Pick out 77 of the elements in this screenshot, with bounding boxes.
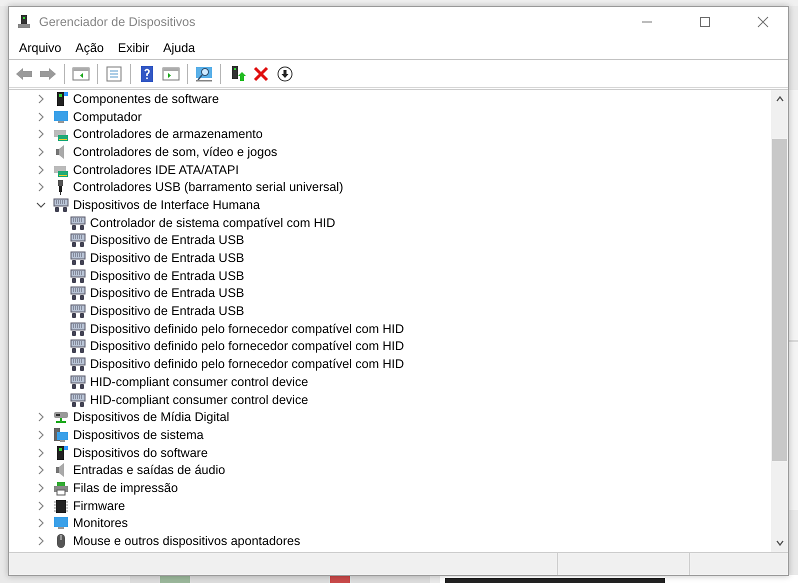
maximize-icon[interactable] bbox=[699, 16, 711, 28]
tree-item[interactable]: Dispositivos de Interface Humana bbox=[73, 196, 260, 213]
expand-chevron-icon[interactable] bbox=[36, 500, 46, 511]
tree-item[interactable]: Entradas e saídas de áudio bbox=[73, 462, 226, 478]
tree-item[interactable]: Controladores USB (barramento serial universal) bbox=[73, 179, 344, 196]
chip-icon bbox=[53, 498, 69, 514]
tree-item[interactable]: Computador bbox=[73, 108, 142, 125]
scroll-down-icon[interactable] bbox=[774, 538, 784, 548]
window-title: Gerenciador de Dispositivos bbox=[39, 14, 196, 28]
help-icon[interactable] bbox=[138, 66, 156, 82]
back-arrow-icon[interactable] bbox=[15, 66, 33, 82]
expand-chevron-icon[interactable] bbox=[36, 430, 46, 440]
tree-item[interactable]: Dispositivos de Mídia Digital bbox=[73, 409, 230, 426]
keyboard-icon bbox=[70, 392, 86, 408]
expand-chevron-icon[interactable] bbox=[36, 94, 46, 104]
tree-item[interactable]: Dispositivo de Entrada USB bbox=[90, 285, 244, 302]
tree-item[interactable]: Dispositivo de Entrada USB bbox=[90, 303, 244, 320]
tree-item[interactable]: Dispositivo de Entrada USB bbox=[90, 250, 244, 266]
expand-chevron-icon[interactable] bbox=[36, 112, 46, 122]
tree-item[interactable]: Mouse e outros dispositivos apontadores bbox=[73, 533, 300, 550]
download-icon[interactable] bbox=[276, 66, 294, 82]
tree-item[interactable]: Dispositivo de Entrada USB bbox=[90, 232, 244, 248]
tree-item[interactable]: Dispositivo definido pelo fornecedor compatível com HID bbox=[90, 356, 404, 372]
keyboard-icon bbox=[70, 320, 86, 337]
tree-item[interactable]: Componentes de software bbox=[73, 90, 219, 107]
expand-chevron-icon[interactable] bbox=[36, 518, 46, 528]
monitor-search-icon[interactable] bbox=[195, 66, 213, 82]
monitor-icon bbox=[53, 515, 69, 532]
keyboard-icon bbox=[70, 356, 86, 372]
tree-item[interactable]: Dispositivos do software bbox=[73, 444, 208, 461]
device-manager-icon bbox=[17, 14, 31, 28]
expand-chevron-icon[interactable] bbox=[36, 536, 46, 546]
panel-icon[interactable] bbox=[162, 66, 180, 82]
panel-icon[interactable] bbox=[72, 66, 90, 82]
tree-item[interactable]: Controladores IDE ATA/ATAPI bbox=[73, 162, 239, 178]
expand-chevron-icon[interactable] bbox=[36, 482, 46, 493]
tree-item[interactable]: HID-compliant consumer control device bbox=[90, 374, 308, 390]
scroll-up-icon[interactable] bbox=[774, 94, 784, 104]
forward-arrow-icon[interactable] bbox=[39, 66, 57, 82]
close-icon[interactable] bbox=[757, 16, 769, 28]
delete-icon[interactable] bbox=[252, 66, 270, 82]
expand-chevron-icon[interactable] bbox=[36, 146, 46, 157]
keyboard-icon bbox=[70, 285, 86, 302]
tree-item[interactable]: Controladores de armazenamento bbox=[73, 126, 263, 142]
menu-item[interactable]: Ação bbox=[74, 40, 112, 54]
printer-icon bbox=[53, 480, 69, 496]
keyboard-icon bbox=[70, 268, 86, 284]
menu-item[interactable]: Exibir bbox=[116, 40, 158, 54]
hid-icon bbox=[53, 196, 69, 213]
tree-item[interactable]: Dispositivos de sistema bbox=[73, 426, 204, 443]
keyboard-icon bbox=[70, 374, 86, 390]
tree-item[interactable]: Filas de impressão bbox=[73, 480, 178, 496]
menu-item[interactable]: Arquivo bbox=[18, 40, 70, 54]
monitor-icon bbox=[53, 108, 69, 125]
expand-chevron-icon[interactable] bbox=[36, 448, 46, 458]
tree-item[interactable]: Monitores bbox=[73, 515, 128, 532]
menu-item[interactable]: Ajuda bbox=[162, 40, 204, 54]
tree-item[interactable]: HID-compliant consumer control device bbox=[90, 392, 308, 408]
keyboard-icon bbox=[70, 214, 86, 231]
tree-item[interactable]: Controladores de som, vídeo e jogos bbox=[73, 144, 278, 160]
tree-item[interactable]: Dispositivo definido pelo fornecedor compatível com HID bbox=[90, 320, 404, 337]
expand-chevron-icon[interactable] bbox=[36, 129, 46, 140]
properties-icon[interactable] bbox=[105, 66, 123, 82]
keyboard-icon bbox=[70, 250, 86, 266]
expand-chevron-icon[interactable] bbox=[36, 465, 46, 476]
expand-chevron-icon[interactable] bbox=[36, 164, 46, 175]
collapse-chevron-icon[interactable] bbox=[36, 200, 46, 210]
keyboard-icon bbox=[70, 303, 86, 320]
tree-item[interactable]: Dispositivo definido pelo fornecedor compatível com HID bbox=[90, 338, 404, 354]
tree-item[interactable]: Dispositivo de Entrada USB bbox=[90, 268, 244, 284]
tree-item[interactable]: Controlador de sistema compatível com HID bbox=[90, 214, 336, 231]
keyboard-icon bbox=[70, 232, 86, 248]
tree-item[interactable]: Firmware bbox=[73, 498, 126, 514]
expand-chevron-icon[interactable] bbox=[36, 182, 46, 192]
scrollbar-thumb[interactable] bbox=[772, 139, 787, 461]
keyboard-icon bbox=[70, 338, 86, 354]
expand-chevron-icon[interactable] bbox=[36, 412, 46, 422]
